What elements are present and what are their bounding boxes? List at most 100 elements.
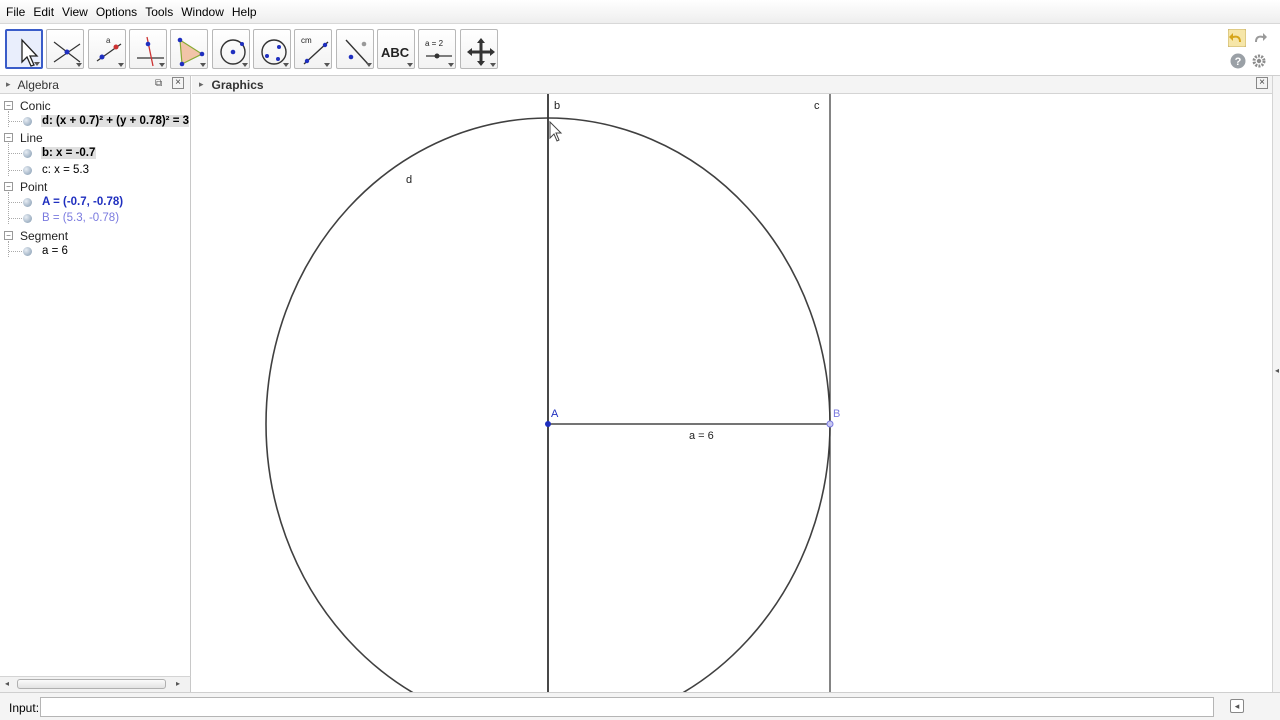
point-tool-button[interactable] — [46, 29, 84, 69]
svg-text:ABC: ABC — [381, 45, 410, 60]
algebra-item[interactable]: c: x = 5.3 — [41, 164, 90, 176]
help-icon[interactable]: ? — [1230, 53, 1246, 69]
slider-tool-button[interactable]: a = 2 — [418, 29, 456, 69]
menu-view[interactable]: View — [58, 5, 92, 19]
algebra-item[interactable]: b: x = -0.7 — [41, 147, 97, 160]
undo-icon[interactable] — [1228, 29, 1246, 47]
reflect-tool-button[interactable] — [336, 29, 374, 69]
dropdown-triangle-icon[interactable] — [242, 63, 248, 67]
svg-text:cm: cm — [301, 36, 312, 45]
menu-window[interactable]: Window — [177, 5, 228, 19]
svg-text:a = 2: a = 2 — [425, 39, 444, 48]
scroll-thumb[interactable] — [17, 679, 166, 689]
collapse-arrow-icon[interactable]: ◂ — [1275, 366, 1279, 375]
algebra-title: Algebra — [17, 77, 59, 92]
collapse-icon[interactable]: − — [4, 101, 13, 110]
text-tool-button[interactable]: ABC — [377, 29, 415, 69]
label-point-B: B — [833, 408, 840, 420]
algebra-horizontal-scrollbar[interactable]: ◂ ▸ — [0, 676, 191, 692]
graphics-header: ▸ Graphics × — [192, 76, 1272, 94]
tree-connector — [9, 169, 22, 171]
menu-tools[interactable]: Tools — [141, 5, 177, 19]
menu-edit[interactable]: Edit — [29, 5, 58, 19]
scroll-right-icon[interactable]: ▸ — [176, 679, 180, 688]
redo-icon[interactable] — [1250, 29, 1268, 47]
tree-connector — [8, 240, 9, 257]
conic-tool-button[interactable] — [253, 29, 291, 69]
perpendicular-line-tool-button[interactable] — [129, 29, 167, 69]
visibility-toggle-icon[interactable] — [23, 117, 32, 126]
tree-connector — [8, 191, 9, 225]
graphics-canvas[interactable]: b c d A B a = 6 — [192, 94, 1272, 720]
toolbar: ? a cm ABC a = 2 — [0, 24, 1280, 76]
point-B[interactable] — [826, 420, 834, 428]
right-edge-panel: ◂ — [1272, 76, 1280, 692]
dropdown-triangle-icon[interactable] — [34, 62, 40, 66]
measure-tool-button[interactable]: cm — [294, 29, 332, 69]
visibility-toggle-icon[interactable] — [23, 165, 32, 175]
mouse-cursor-icon — [549, 120, 563, 142]
input-field[interactable] — [40, 697, 1214, 717]
menu-bar: File Edit View Options Tools Window Help — [0, 0, 1280, 24]
undock-icon[interactable]: ⧉ — [155, 78, 162, 89]
collapse-icon[interactable]: − — [4, 181, 13, 191]
scroll-left-icon[interactable]: ◂ — [5, 679, 9, 688]
label-circle-d: d — [406, 174, 412, 186]
algebra-item[interactable]: B = (5.3, -0.78) — [41, 212, 120, 224]
menu-help[interactable]: Help — [228, 5, 261, 19]
algebra-item[interactable]: a = 6 — [41, 245, 69, 257]
graphics-title: Graphics — [211, 77, 264, 92]
svg-text:?: ? — [1235, 56, 1242, 68]
algebra-item[interactable]: A = (-0.7, -0.78) — [41, 196, 124, 208]
menu-file[interactable]: File — [2, 5, 29, 19]
close-algebra-icon[interactable]: × — [172, 77, 184, 89]
point-A[interactable] — [545, 421, 551, 427]
input-label: Input: — [9, 701, 40, 715]
dropdown-triangle-icon[interactable] — [324, 63, 330, 67]
tree-connector — [9, 250, 22, 252]
collapse-icon[interactable]: − — [4, 230, 13, 240]
algebra-view: − Conic d: (x + 0.7)² + (y + 0.78)² = 36− L… — [0, 94, 191, 676]
tree-connector — [9, 218, 22, 220]
expand-arrow-icon[interactable]: ▸ — [6, 79, 11, 90]
menu-options[interactable]: Options — [92, 5, 141, 19]
dropdown-triangle-icon[interactable] — [283, 63, 289, 67]
tree-connector — [9, 153, 22, 155]
dropdown-triangle-icon[interactable] — [448, 63, 454, 67]
label-segment-a: a = 6 — [689, 430, 714, 442]
dropdown-triangle-icon[interactable] — [407, 63, 413, 67]
visibility-toggle-icon[interactable] — [23, 149, 32, 159]
input-help-icon[interactable]: ◂ — [1230, 699, 1244, 713]
collapse-icon[interactable]: − — [4, 133, 13, 143]
dropdown-triangle-icon[interactable] — [200, 63, 206, 67]
category-point: Point — [20, 179, 48, 194]
dropdown-triangle-icon[interactable] — [490, 63, 496, 67]
tree-connector — [8, 143, 9, 176]
algebra-header: ▸ Algebra ⧉ × — [0, 76, 191, 94]
tree-connector — [9, 201, 22, 203]
visibility-toggle-icon[interactable] — [23, 197, 32, 207]
svg-text:a: a — [106, 36, 111, 45]
close-graphics-icon[interactable]: × — [1256, 77, 1268, 89]
dropdown-triangle-icon[interactable] — [76, 63, 82, 67]
label-line-b: b — [554, 100, 560, 112]
move-tool-button[interactable] — [5, 29, 43, 69]
visibility-toggle-icon[interactable] — [23, 246, 32, 256]
algebra-item[interactable]: d: (x + 0.7)² + (y + 0.78)² = 36 — [41, 115, 189, 127]
dropdown-triangle-icon[interactable] — [118, 63, 124, 67]
move-view-tool-button[interactable] — [460, 29, 498, 69]
graphics-view[interactable]: b c d A B a = 6 — [192, 94, 1272, 720]
visibility-toggle-icon[interactable] — [23, 214, 32, 224]
gear-icon[interactable] — [1251, 53, 1267, 69]
category-conic: Conic — [20, 99, 51, 113]
category-segment: Segment — [20, 228, 69, 243]
dropdown-triangle-icon[interactable] — [366, 63, 372, 67]
circle-tool-button[interactable] — [212, 29, 250, 69]
expand-arrow-icon[interactable]: ▸ — [199, 79, 204, 90]
tree-connector — [8, 111, 9, 128]
label-point-A: A — [551, 408, 559, 420]
dropdown-triangle-icon[interactable] — [159, 63, 165, 67]
line-tool-button[interactable]: a — [88, 29, 126, 69]
polygon-tool-button[interactable] — [170, 29, 208, 69]
category-line: Line — [20, 131, 43, 146]
